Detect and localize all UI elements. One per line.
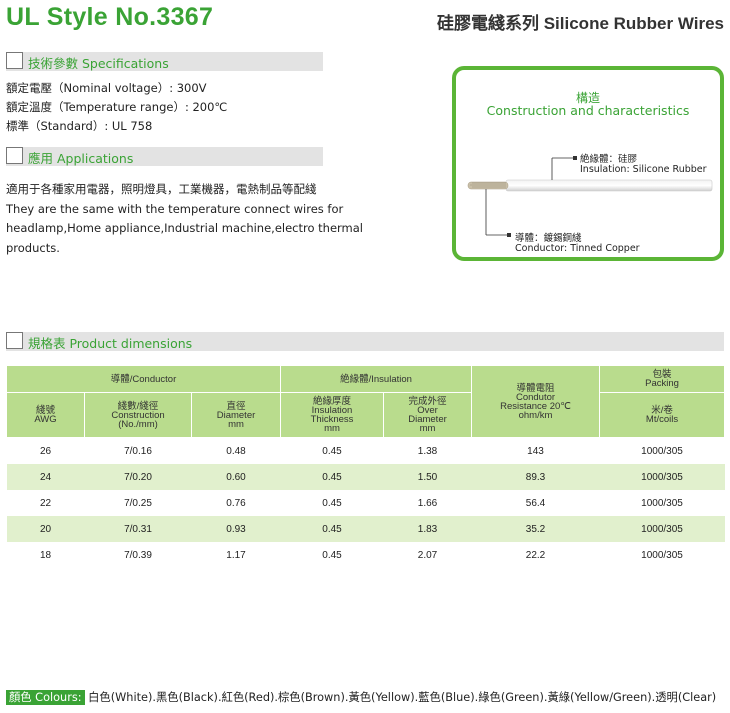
applications-line: headlamp,Home appliance,Industrial machi… [6, 221, 364, 235]
table-cell: 7/0.16 [124, 445, 152, 457]
insulation-group-header: 絶緣體/Insulation [280, 365, 473, 393]
table-cell: 0.45 [322, 549, 342, 561]
table-row: 26 7/0.16 0.48 0.45 1.38 143 1000/305 [7, 438, 725, 465]
table-cell: 1000/305 [641, 549, 683, 561]
dimensions-heading: 規格表 Product dimensions [28, 336, 193, 351]
awg-header: 綫號 AWG [6, 392, 85, 438]
table-cell: 1.66 [417, 497, 438, 509]
packing-header: 包裝 Packing [599, 365, 726, 393]
insulation-label-cn: 絶緣體：硅膠 [580, 154, 638, 165]
applications-line: 適用于各種家用電器，照明燈具，工業機器，電熱制品等配綫 [6, 182, 317, 196]
conductor-label-en: Conductor: Tinned Copper [515, 243, 640, 254]
table-cell: 56.4 [525, 497, 546, 509]
over-diameter-header: 完成外徑 Over Diameter mm [383, 392, 473, 438]
table-cell: 2.07 [417, 549, 438, 561]
dimensions-section-header: 規格表 Product dimensions [6, 332, 724, 351]
table-row: 24 7/0.20 0.60 0.45 1.50 89.3 1000/305 [6, 464, 725, 490]
resistance-header: 導體電阻 Condutor Resistance 20℃ ohm/km [471, 365, 601, 438]
table-cell: 1.38 [417, 445, 438, 457]
table-cell: 20 [6, 516, 85, 542]
table-row: 20 7/0.31 0.93 0.45 1.83 35.2 1000/305 [6, 516, 725, 542]
table-cell: 7/0.20 [84, 464, 192, 490]
applications-text: 適用于各種家用電器，照明燈具，工業機器，電熱制品等配綫 They are the… [6, 180, 364, 258]
table-row: 18 7/0.39 1.17 0.45 2.07 22.2 1000/305 [7, 542, 725, 568]
applications-section-header: 應用 Applications [6, 147, 323, 166]
table-cell: 0.48 [226, 445, 246, 457]
table-cell: 35.2 [471, 516, 600, 542]
product-dimensions-table: 導體/Conductor 絶緣體/Insulation 導體電阻 Conduto… [5, 365, 726, 568]
table-cell: 1000/305 [599, 516, 725, 542]
table-cell: 0.76 [226, 497, 246, 509]
table-cell: 7/0.39 [124, 549, 152, 561]
table-cell: 24 [6, 464, 85, 490]
specifications-section-header: 技術參數 Specifications [6, 52, 323, 71]
table-cell: 143 [527, 445, 544, 457]
table-cell: 7/0.25 [124, 497, 152, 509]
table-cell: 1.83 [383, 516, 472, 542]
construction-panel: 構造 Construction and characteristics 絶緣體：… [452, 66, 724, 261]
table-cell: 1.17 [226, 549, 246, 561]
table-cell: 89.3 [471, 464, 600, 490]
table-cell: 0.93 [191, 516, 281, 542]
product-subtitle: 硅膠電綫系列 Silicone Rubber Wires [437, 14, 724, 33]
table-row: 22 7/0.25 0.76 0.45 1.66 56.4 1000/305 [7, 490, 725, 516]
table-cell: 0.45 [322, 445, 342, 457]
table-cell: 0.45 [322, 497, 342, 509]
insulation-label-en: Insulation: Silicone Rubber [580, 164, 707, 175]
spec-voltage: 額定電壓（Nominal voltage）: 300V [6, 81, 207, 95]
spec-standard: 標準（Standard）: UL 758 [6, 119, 153, 133]
colours-label: 顏色 Colours: [6, 690, 85, 705]
table-cell: 0.60 [191, 464, 281, 490]
table-cell: 0.45 [280, 464, 384, 490]
table-cell: 7/0.31 [84, 516, 192, 542]
conductor-group-header: 導體/Conductor [5, 365, 282, 393]
table-cell: 1000/305 [641, 497, 683, 509]
table-cell: 22.2 [525, 549, 546, 561]
table-cell: 1.50 [383, 464, 472, 490]
table-cell: 1000/305 [599, 464, 725, 490]
packing-unit-header: 米/卷 Mt/coils [599, 392, 726, 438]
specifications-heading: 技術參數 Specifications [28, 56, 169, 71]
conductor-pointer-icon [507, 233, 511, 237]
colours-line: 顏色 Colours: 白色(White).黑色(Black).紅色(Red).… [6, 689, 716, 705]
applications-line: products. [6, 240, 60, 255]
colours-list: 白色(White).黑色(Black).紅色(Red).棕色(Brown).黃色… [88, 691, 717, 704]
table-cell: 22 [39, 497, 52, 509]
diameter-header: 直徑 Diameter mm [190, 392, 282, 438]
applications-line: They are the same with the temperature c… [6, 201, 344, 216]
construction-header: 綫數/綫徑 Construction (No./mm) [84, 392, 192, 438]
thickness-header: 絶緣厚度 Insulation Thickness mm [280, 392, 385, 438]
checkbox-icon [6, 332, 23, 349]
insulation-pointer-icon [573, 156, 577, 160]
conductor-label-cn: 導體：鍍錫銅綫 [515, 233, 582, 244]
table-cell: 1000/305 [641, 445, 683, 457]
applications-heading: 應用 Applications [28, 151, 134, 166]
insulation-jacket [505, 179, 713, 192]
checkbox-icon [6, 52, 23, 69]
product-title: UL Style No.3367 [6, 3, 214, 31]
table-cell: 26 [39, 445, 52, 457]
checkbox-icon [6, 147, 23, 164]
spec-temperature: 額定溫度（Temperature range）: 200℃ [6, 100, 228, 114]
table-cell: 18 [39, 549, 52, 561]
table-cell: 0.45 [280, 516, 384, 542]
